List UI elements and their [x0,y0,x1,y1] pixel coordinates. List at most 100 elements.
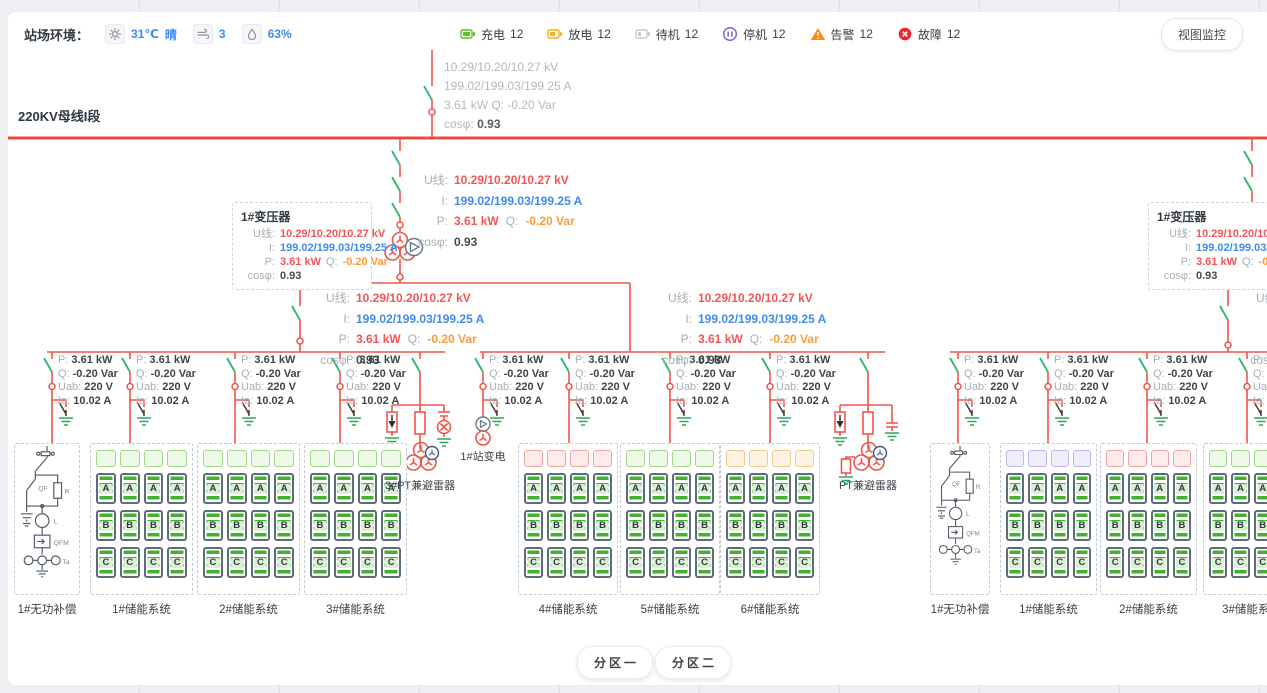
measure-label: Ia: [676,395,688,407]
comp-label-ta: Ta [63,559,70,566]
battery-letter: B [776,521,788,531]
view-monitor-button[interactable]: 视图监控 [1161,18,1243,51]
battery-letter: A [776,484,788,494]
disconnector-icon [392,203,400,217]
branch-metric-row: P:3.61 kW [1253,354,1267,368]
battery-cell: C [1173,547,1191,578]
pcs-status-cell [167,450,187,467]
legend-label: 告警 [831,26,855,43]
legend-item-charge[interactable]: 充电12 [460,26,523,43]
measure-value-part: Q: [1242,255,1254,269]
measure-value-part: -0.20 Var [769,329,818,350]
transformer-info-box: 1#变压器U线:10.29/10.20/10.27 kVI:199.02/199… [232,202,372,290]
measure-value: 10.02 A [1069,395,1107,407]
branch-metric-row: P:3.61 kW [346,354,406,368]
legend-item-fault[interactable]: 故障12 [897,26,960,43]
branch-metric-row: P:3.61 kW [241,354,301,368]
measure-value: -0.20 Var [151,368,196,380]
weather-value: 晴 [165,26,177,43]
battery-cell: B [795,510,814,541]
measure-label: P: [575,354,585,366]
measure-value: 199.02/199.03/199.25 A [1196,241,1267,255]
measure-value-part: 199.02/199.03/199.25 A [698,309,826,330]
measure-label: P: [241,255,275,269]
measure-label: U线: [241,227,275,241]
battery-letter: C [385,558,397,568]
measure-label: Q: [575,368,587,380]
legend-item-alarm[interactable]: 告警12 [810,26,873,43]
measure-value: -0.20 Var [590,368,635,380]
measure-label: P: [346,354,356,366]
measure-value: 10.02 A [691,395,729,407]
measure-label: U线: [1236,288,1267,309]
battery-letter: A [597,484,609,494]
temperature-value: 31℃ [131,27,159,41]
measure-value: -0.20 Var [256,368,301,380]
incoming-line: 3.61 kW Q: -0.20 Var [444,96,571,115]
measure-label: P: [1253,354,1263,366]
measure-value: 10.02 A [590,395,628,407]
disconnector-icon [1244,177,1252,191]
legend-count: 12 [772,27,785,41]
measure-value: 10.02 A [73,395,111,407]
measure-label: Ia: [241,395,253,407]
legend-item-discharge[interactable]: 放电12 [547,26,610,43]
battery-cell: B [1006,510,1024,541]
battery-cell: C [1028,547,1046,578]
measure-label: cosφ: [444,117,474,131]
battery-cell: C [227,547,247,578]
legend-charge-icon [460,26,476,42]
cluster-label: 2#储能系统 [188,601,309,617]
comp-label-ta: Ta [974,548,981,555]
branch-metric-row: Ia:10.02 A [346,395,406,409]
battery-letter: B [1131,521,1143,531]
measure-label: Ia: [346,395,358,407]
device-label-pt: PT兼避雷器 [824,477,912,493]
battery-cell: C [649,547,668,578]
legend-label: 放电 [568,26,592,43]
battery-cell: C [570,547,589,578]
measure-value: 220 V [372,381,401,393]
legend-item-standby[interactable]: 待机12 [635,26,698,43]
measure-value-part: 199.02/199.03/199.25 A [454,191,582,212]
measure-label: Q: [489,368,501,380]
pcs-status-cell [1173,450,1191,467]
measure-value-part: 3.61 kW [280,255,321,269]
battery-cell: A [1073,473,1091,504]
measure-label: cosφ: [306,350,350,371]
measure-label: Q: [1054,368,1066,380]
branch-metrics: P:3.61 kWQ:-0.20 VarUab:220 VIa:10.02 A [964,354,1024,408]
header-bar: 站场环境： 31℃ 晴 3 63% 充电12放电12待机1 [8,12,1267,56]
measure-value: 3.61 kW [977,354,1018,366]
measure-label: Ia: [776,395,788,407]
measure-value: -0.20 Var [979,368,1024,380]
branch-metric-row: Uab:220 V [1054,381,1114,395]
branch-metric-row: Uab:220 V [575,381,635,395]
battery-cell: C [167,547,187,578]
measure-value: 220 V [802,381,831,393]
battery-cell: B [310,510,330,541]
branch-metric-row: Q:-0.20 Var [1253,368,1267,382]
battery-cell: B [1231,510,1249,541]
battery-letter: C [753,558,765,568]
battery-letter: A [231,484,243,494]
measure-label: Uab: [1054,381,1077,393]
measure-value-part: 0.93 [280,269,301,283]
battery-letter: A [630,484,642,494]
zone-1-button[interactable]: 分区一 [577,646,653,679]
battery-letter: C [653,558,665,568]
battery-cell: B [96,510,116,541]
battery-cell: B [1073,510,1091,541]
pcs-status-cell [570,450,589,467]
measure-value: 220 V [990,381,1019,393]
battery-letter: B [171,521,183,531]
measure-value: 199.02/199.03/199.25 A [698,309,826,330]
battery-cell: C [334,547,354,578]
legend-item-stopped[interactable]: 停机12 [722,26,785,43]
measure-value: 220 V [162,381,191,393]
ess-cluster: AAAABBBBCCCC [197,443,300,595]
battery-cell: C [795,547,814,578]
ess-cluster: AAAABBBBCCCC [1203,443,1267,595]
legend-fault-icon [897,26,913,42]
zone-2-button[interactable]: 分区二 [655,646,731,679]
